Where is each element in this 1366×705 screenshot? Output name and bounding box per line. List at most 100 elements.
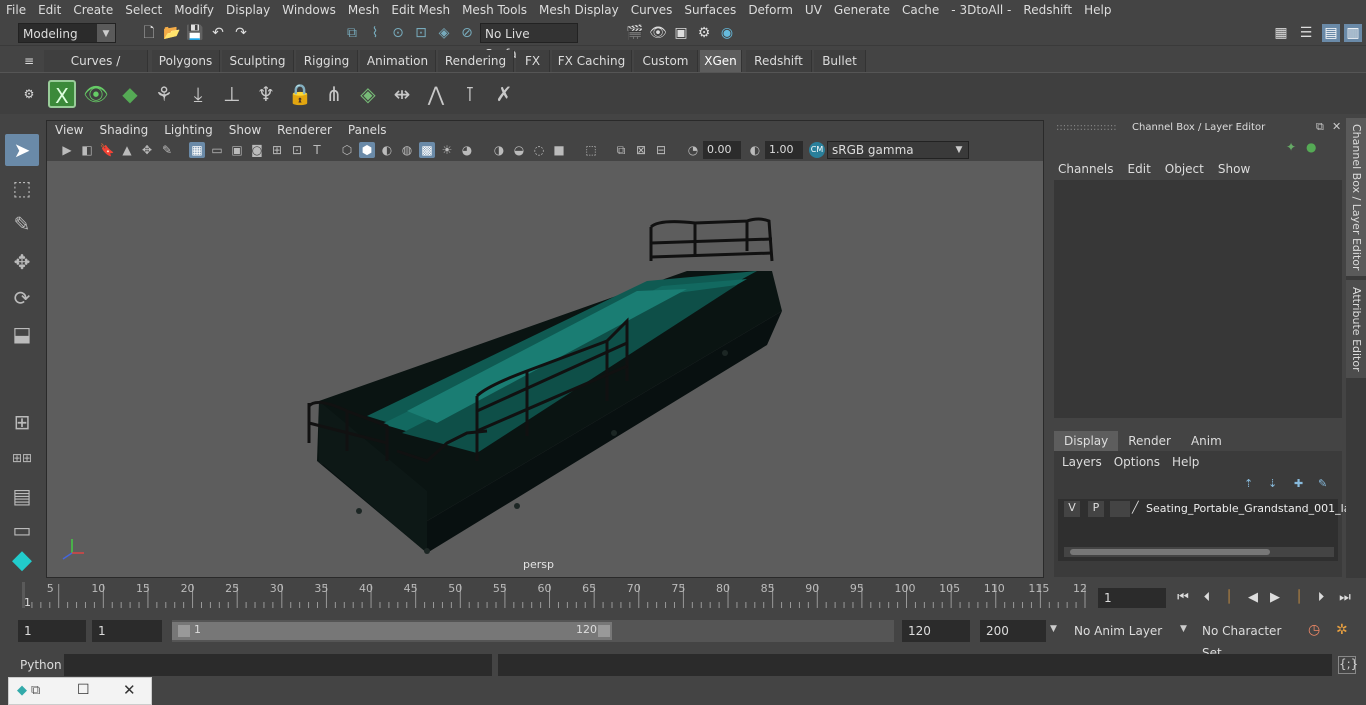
- undo-icon[interactable]: ↶: [209, 24, 227, 42]
- xray-components-icon[interactable]: ⊟: [653, 142, 669, 158]
- command-input[interactable]: [64, 654, 492, 676]
- 2d-pan-icon[interactable]: ✥: [139, 142, 155, 158]
- tab-attribute-editor[interactable]: Attribute Editor: [1346, 280, 1366, 378]
- snap-view-icon[interactable]: ⊡: [412, 24, 430, 42]
- color-management-icon[interactable]: CM: [809, 142, 825, 158]
- layer-menu-item[interactable]: Help: [1168, 455, 1207, 469]
- ipr-render-icon[interactable]: ▣: [672, 24, 690, 42]
- xgen-guide-icon[interactable]: ⤓: [184, 80, 212, 108]
- workspace-layout-icon[interactable]: ▦: [1272, 24, 1290, 42]
- play-backward-icon[interactable]: ◀: [1244, 589, 1262, 607]
- anti-alias-icon[interactable]: ◌: [531, 142, 547, 158]
- xgen-add-guide-icon[interactable]: ⊥: [218, 80, 246, 108]
- menu-item[interactable]: Windows: [276, 0, 342, 20]
- current-time-indicator[interactable]: [22, 582, 25, 608]
- xgen-leaf-icon[interactable]: ◆: [116, 80, 144, 108]
- menu-item[interactable]: Edit: [32, 0, 67, 20]
- gamma-icon[interactable]: ◐: [747, 142, 763, 158]
- drag-handle-icon[interactable]: ::::::::::::::::::: [1056, 122, 1117, 133]
- gate-mask-icon[interactable]: ◙: [249, 142, 265, 158]
- field-chart-icon[interactable]: ⊞: [269, 142, 285, 158]
- xgen-grid-icon[interactable]: ◈: [354, 80, 382, 108]
- new-scene-icon[interactable]: 🗋: [140, 24, 158, 42]
- safe-title-icon[interactable]: T: [309, 142, 325, 158]
- step-back-frame-icon[interactable]: ⏐: [1220, 589, 1238, 607]
- anim-prefs-icon[interactable]: ✲: [1336, 622, 1348, 638]
- xray-joints-icon[interactable]: ⊠: [633, 142, 649, 158]
- layer-tab[interactable]: Anim: [1180, 431, 1232, 451]
- redo-icon[interactable]: ↷: [232, 24, 250, 42]
- channel-box-menu-item[interactable]: Show: [1210, 160, 1256, 178]
- persp-outliner-icon[interactable]: ▤: [5, 480, 39, 512]
- restore-icon[interactable]: ⧉: [31, 683, 40, 698]
- xray-icon[interactable]: ⧉: [613, 142, 629, 158]
- render-view-icon[interactable]: 👁: [649, 24, 667, 42]
- go-to-start-icon[interactable]: ⏮: [1174, 589, 1192, 607]
- snap-grid-icon[interactable]: ⧉: [343, 24, 361, 42]
- 3d-viewport[interactable]: persp: [47, 161, 1043, 577]
- menu-item[interactable]: Select: [119, 0, 168, 20]
- close-panel-icon[interactable]: ✕: [1332, 120, 1341, 133]
- menu-item[interactable]: Display: [220, 0, 276, 20]
- snap-surface-icon[interactable]: ◈: [435, 24, 453, 42]
- shelf-tab[interactable]: Rendering: [438, 50, 514, 72]
- menu-item[interactable]: Cache: [896, 0, 945, 20]
- viewport-menu-item[interactable]: View: [47, 121, 91, 139]
- step-forward-frame-icon[interactable]: ⏐: [1290, 589, 1308, 607]
- layer-menu-item[interactable]: Layers: [1058, 455, 1110, 469]
- menu-item[interactable]: UV: [799, 0, 828, 20]
- menu-item[interactable]: Surfaces: [678, 0, 742, 20]
- shelf-tab[interactable]: FX: [516, 50, 550, 72]
- camera-select-icon[interactable]: ▶: [59, 142, 75, 158]
- script-editor-icon[interactable]: {;}: [1338, 656, 1358, 674]
- workspace-dropdown[interactable]: Modeling ▼: [18, 23, 116, 43]
- single-perspective-icon[interactable]: ⊞: [5, 406, 39, 438]
- auto-key-icon[interactable]: ◷: [1308, 622, 1320, 638]
- current-frame-field[interactable]: 1: [1098, 588, 1166, 608]
- menu-item[interactable]: Help: [1078, 0, 1117, 20]
- go-to-end-icon[interactable]: ⏭: [1336, 589, 1354, 607]
- layer-tab[interactable]: Display: [1054, 431, 1119, 451]
- menu-item[interactable]: Mesh: [342, 0, 386, 20]
- viewport-menu-item[interactable]: Shading: [91, 121, 156, 139]
- channel-box-menu-item[interactable]: Channels: [1050, 160, 1120, 178]
- snap-curve-icon[interactable]: ⌇: [366, 24, 384, 42]
- xgen-clump-icon[interactable]: ⋀: [422, 80, 450, 108]
- lights-icon[interactable]: ☀: [439, 142, 455, 158]
- menu-item[interactable]: Generate: [828, 0, 896, 20]
- xgen-comb-icon[interactable]: ⋔: [320, 80, 348, 108]
- channel-box-toggle-icon[interactable]: ▤: [1322, 24, 1340, 42]
- layer-color-swatch[interactable]: [1110, 501, 1130, 517]
- new-layer-icon[interactable]: ✚: [1294, 477, 1303, 490]
- layer-menu-item[interactable]: Options: [1110, 455, 1168, 469]
- menu-item[interactable]: Create: [67, 0, 119, 20]
- menu-item[interactable]: Modify: [168, 0, 220, 20]
- layer-row[interactable]: V P ╱ Seating_Portable_Grandstand_001_la: [1058, 501, 1350, 517]
- menu-item[interactable]: Deform: [742, 0, 799, 20]
- shelf-tab[interactable]: Redshift: [746, 50, 812, 72]
- image-plane-icon[interactable]: ▲: [119, 142, 135, 158]
- float-panel-icon[interactable]: ⧉: [1316, 120, 1324, 134]
- xgen-cut-icon[interactable]: ⊺: [456, 80, 484, 108]
- xgen-sculpt-icon[interactable]: ♆: [252, 80, 280, 108]
- scale-tool-icon[interactable]: ⬓: [5, 318, 39, 350]
- screen-space-ao-icon[interactable]: ◑: [491, 142, 507, 158]
- shelf-tab[interactable]: Bullet: [814, 50, 866, 72]
- safe-action-icon[interactable]: ⊡: [289, 142, 305, 158]
- layer-scrollbar[interactable]: [1064, 547, 1334, 557]
- time-slider[interactable]: 5 10 15 20 25 30 35 40 45 50 55 60 65 70 75 80 85 90 95 100…: [18, 580, 1092, 610]
- shadows-icon[interactable]: ◕: [459, 142, 475, 158]
- save-scene-icon[interactable]: 💾: [186, 24, 204, 42]
- anim-layer-dropdown[interactable]: No Anim Layer: [1066, 620, 1176, 642]
- render-settings-icon[interactable]: ⚙: [695, 24, 713, 42]
- menu-item[interactable]: Redshift: [1017, 0, 1078, 20]
- script-language-label[interactable]: Python: [20, 658, 62, 672]
- wireframe-icon[interactable]: ⬡: [339, 142, 355, 158]
- playback-start-field[interactable]: 1: [92, 620, 162, 642]
- attribute-editor-toggle-icon[interactable]: ▥: [1344, 24, 1362, 42]
- snap-live-icon[interactable]: ⊘: [458, 24, 476, 42]
- shelf-settings-icon[interactable]: ⚙: [20, 85, 38, 103]
- camera-attr-icon[interactable]: ◧: [79, 142, 95, 158]
- shelf-tab[interactable]: Custom: [634, 50, 698, 72]
- menu-item[interactable]: Edit Mesh: [385, 0, 456, 20]
